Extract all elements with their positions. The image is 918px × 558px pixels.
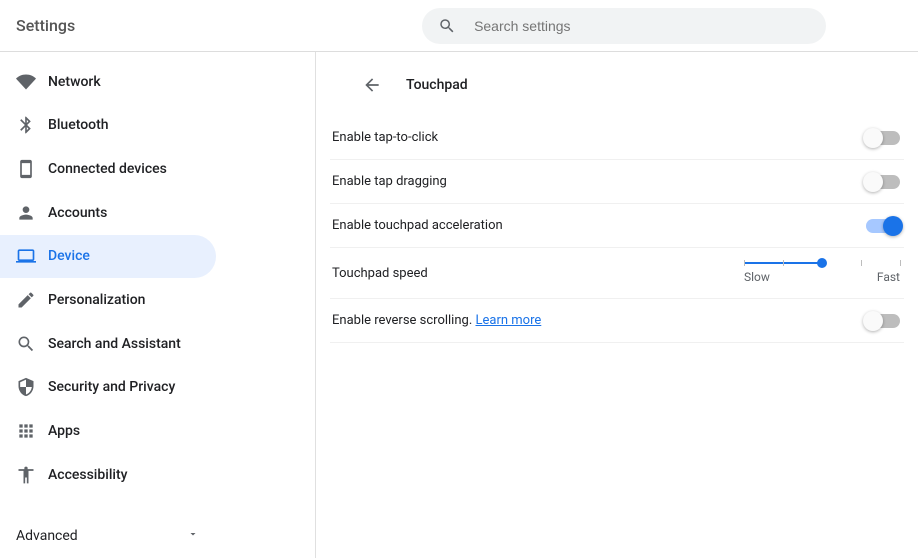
slider-touchpad-speed[interactable] [744,262,900,264]
back-arrow-icon[interactable] [362,75,382,95]
setting-label: Enable touchpad acceleration [332,218,503,233]
setting-label: Touchpad speed [332,266,428,281]
slider-thumb[interactable] [817,258,827,268]
sidebar-item-device[interactable]: Device [0,235,216,279]
sidebar-advanced-label: Advanced [16,528,78,544]
sidebar-item-network[interactable]: Network [0,60,315,104]
sidebar-item-label: Personalization [48,292,145,308]
page-header: Touchpad [330,62,904,108]
search-icon [438,16,456,36]
sidebar-item-accounts[interactable]: Accounts [0,191,315,235]
setting-tap-dragging: Enable tap dragging [330,160,904,204]
sidebar-item-label: Security and Privacy [48,379,175,395]
learn-more-link[interactable]: Learn more [476,313,542,328]
sidebar-item-label: Accounts [48,205,107,221]
search-container[interactable] [422,8,826,44]
shield-icon [16,377,36,397]
sidebar-item-security-privacy[interactable]: Security and Privacy [0,365,315,409]
setting-label: Enable reverse scrolling. Learn more [332,313,541,328]
setting-speed: Touchpad speed Slow [330,248,904,299]
setting-label: Enable tap dragging [332,174,447,189]
sidebar-item-label: Apps [48,423,80,439]
setting-acceleration: Enable touchpad acceleration [330,204,904,248]
sidebar-item-personalization[interactable]: Personalization [0,278,315,322]
sidebar-item-label: Search and Assistant [48,336,181,352]
search-input[interactable] [474,18,810,34]
wifi-icon [16,72,36,92]
sidebar-item-label: Bluetooth [48,117,109,133]
sidebar-item-search-assistant[interactable]: Search and Assistant [0,322,315,366]
toggle-acceleration[interactable] [866,219,900,233]
sidebar-item-accessibility[interactable]: Accessibility [0,453,315,497]
person-icon [16,203,36,223]
bluetooth-icon [16,115,36,135]
main-content: Touchpad Enable tap-to-click Enable tap … [316,52,918,558]
setting-tap-to-click: Enable tap-to-click [330,116,904,160]
search-icon [16,334,36,354]
chevron-down-icon [187,528,199,544]
sidebar-item-apps[interactable]: Apps [0,409,315,453]
sidebar-item-label: Device [48,248,90,264]
apps-icon [16,421,36,441]
toggle-reverse-scroll[interactable] [866,314,900,328]
toggle-tap-dragging[interactable] [866,175,900,189]
setting-label: Enable tap-to-click [332,130,438,145]
edit-icon [16,290,36,310]
toggle-tap-to-click[interactable] [866,131,900,145]
accessibility-icon [16,465,36,485]
sidebar-item-connected-devices[interactable]: Connected devices [0,147,315,191]
slider-fast-label: Fast [877,270,900,284]
sidebar-item-label: Network [48,74,101,90]
sidebar-item-label: Accessibility [48,467,127,483]
page-title: Touchpad [406,77,468,93]
sidebar-item-label: Connected devices [48,161,167,177]
header: Settings [0,0,918,52]
setting-reverse-scroll: Enable reverse scrolling. Learn more [330,299,904,343]
app-title: Settings [16,16,75,35]
laptop-icon [16,246,36,266]
sidebar: Network Bluetooth Connected devices Acco… [0,52,316,558]
sidebar-advanced[interactable]: Advanced [0,514,315,558]
sidebar-item-bluetooth[interactable]: Bluetooth [0,104,315,148]
devices-icon [16,159,36,179]
slider-slow-label: Slow [744,270,770,284]
